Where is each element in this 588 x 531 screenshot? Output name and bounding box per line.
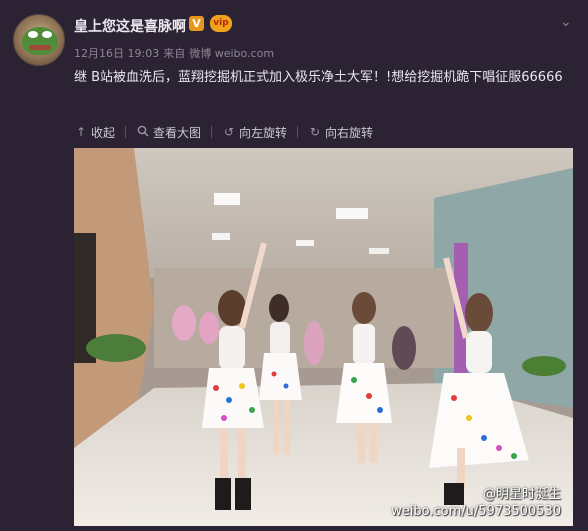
post-photo[interactable]: @明星时涎生 weibo.com/u/5973500530 [74,148,573,526]
watermark-url: weibo.com/u/5973500530 [391,504,561,519]
username[interactable]: 皇上您这是喜脉啊 [74,16,186,36]
rotate-left-button[interactable]: ↺ 向左旋转 [222,124,287,141]
view-large-button[interactable]: 查看大图 [136,124,201,141]
rotate-right-button[interactable]: ↻ 向右旋转 [308,124,373,141]
vip-badge: vip [210,15,232,32]
rotate-right-label: 向右旋转 [325,125,374,140]
post-meta: 12月16日 19:03 来自 微博 weibo.com [74,45,278,61]
view-large-label: 查看大图 [153,125,202,140]
magnify-icon [136,125,150,139]
post-date[interactable]: 12月16日 19:03 [74,47,159,60]
watermark-name: @明星时涎生 [482,487,561,502]
frog-avatar-image [22,27,58,55]
image-toolbar: ↑ 收起 查看大图 ↺ 向左旋转 ↻ 向右旋转 [74,122,373,142]
avatar[interactable] [13,14,65,66]
rotate-left-icon: ↺ [224,125,235,139]
divider [211,126,213,138]
divider [297,126,299,138]
weibo-post-card: 皇上您这是喜脉啊 V vip ⌄ 12月16日 19:03 来自 微博 weibo.… [0,0,588,531]
divider [125,126,127,138]
watermark: @明星时涎生 weibo.com/u/5973500530 [391,486,561,520]
rotate-right-icon: ↻ [310,125,321,139]
collapse-button[interactable]: ↑ 收起 [74,124,115,141]
post-text: 继 B站被血洗后，蓝翔挖掘机正式加入极乐净土大军！!想给挖掘机跪下唱征服6666… [74,70,563,85]
source-prefix: 来自 [163,47,186,60]
rotate-left-label: 向左旋转 [239,125,288,140]
up-arrow-icon: ↑ [75,125,87,139]
chevron-down-icon[interactable]: ⌄ [560,15,574,29]
post-source[interactable]: 微博 weibo.com [189,47,274,60]
dance-photo-illustration [74,148,573,526]
collapse-label: 收起 [91,125,116,140]
verified-badge: V [189,16,204,31]
